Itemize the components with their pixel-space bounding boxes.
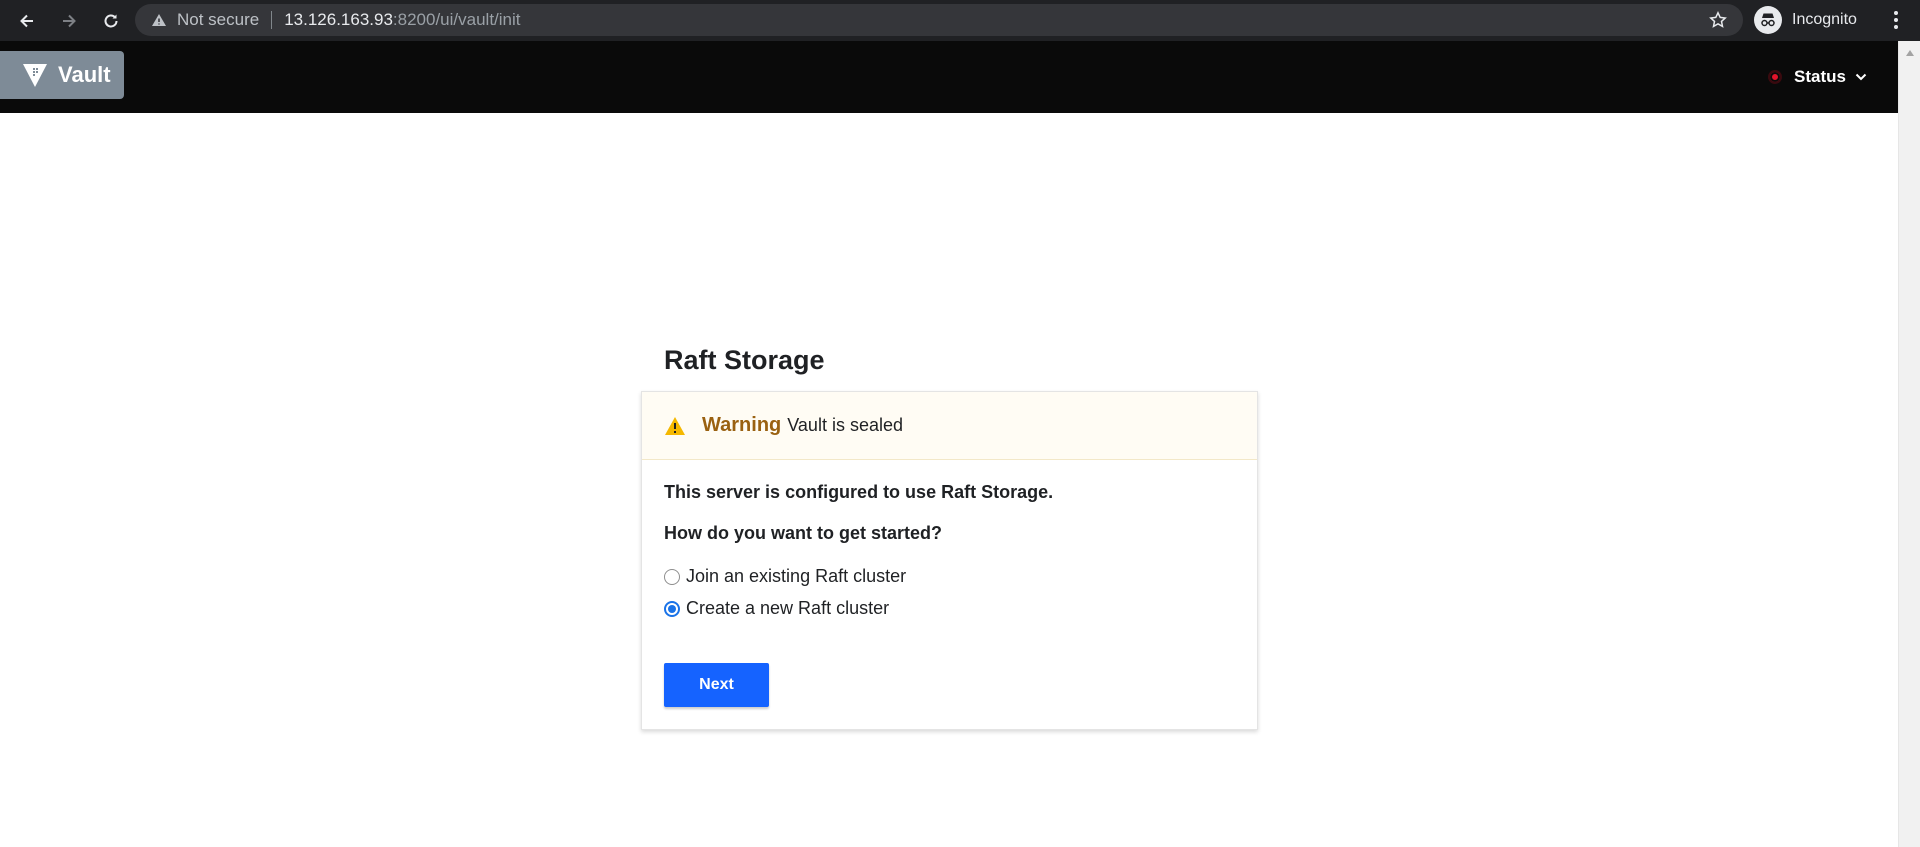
alert-title: Warning [702,414,782,436]
status-label: Status [1794,67,1846,86]
not-secure-label: Not secure [177,10,260,29]
option-join-cluster[interactable]: Join an existing Raft cluster [664,566,1053,587]
logo-text: Vault [58,62,111,87]
card-body: This server is configured to use Raft St… [664,482,1053,619]
status-indicator-icon [1768,70,1782,84]
page-scrollbar[interactable] [1898,41,1920,847]
sealed-warning-alert: Warning Vault is sealed [642,392,1257,460]
app-header: Vault Status [0,41,1898,113]
option-label: Create a new Raft cluster [686,598,890,618]
reload-button[interactable] [96,6,126,36]
option-create-cluster[interactable]: Create a new Raft cluster [664,598,1053,619]
forward-button[interactable] [54,6,84,36]
back-button[interactable] [12,6,42,36]
bookmark-star-icon[interactable] [1709,11,1727,29]
separator [271,11,273,29]
alert-message: Vault is sealed [787,415,903,435]
radio-create-cluster[interactable] [664,600,680,617]
storage-description: This server is configured to use Raft St… [664,482,1054,502]
status-menu[interactable]: Status [1768,67,1867,87]
cluster-options: Join an existing Raft cluster Create a n… [664,566,1053,619]
vault-logo[interactable]: Vault [0,51,124,99]
page-title: Raft Storage [664,345,825,375]
radio-join-cluster[interactable] [664,568,680,585]
raft-setup-card: Warning Vault is sealed This server is c… [641,391,1258,730]
incognito-label: Incognito [1792,11,1857,28]
url-host: 13.126.163.93 [284,10,393,29]
warning-icon [665,416,685,435]
warning-triangle-icon [152,14,166,26]
incognito-profile[interactable]: Incognito [1754,4,1857,36]
browser-menu-icon[interactable] [1888,9,1904,31]
reload-icon [104,14,118,27]
arrow-left-icon [20,14,33,27]
browser-toolbar: Not secure 13.126.163.93 :8200/ui/vault/… [0,0,1920,41]
vault-triangle-icon [23,64,47,87]
setup-question: How do you want to get started? [664,523,942,543]
chevron-down-icon [1855,73,1867,81]
url-path: :8200/ui/vault/init [392,10,521,29]
incognito-icon [1754,6,1782,34]
address-bar[interactable]: Not secure 13.126.163.93 :8200/ui/vault/… [135,4,1743,36]
arrow-right-icon [63,14,76,27]
option-label: Join an existing Raft cluster [686,566,907,586]
next-button[interactable]: Next [664,663,769,707]
scroll-up-icon[interactable] [1905,49,1915,57]
